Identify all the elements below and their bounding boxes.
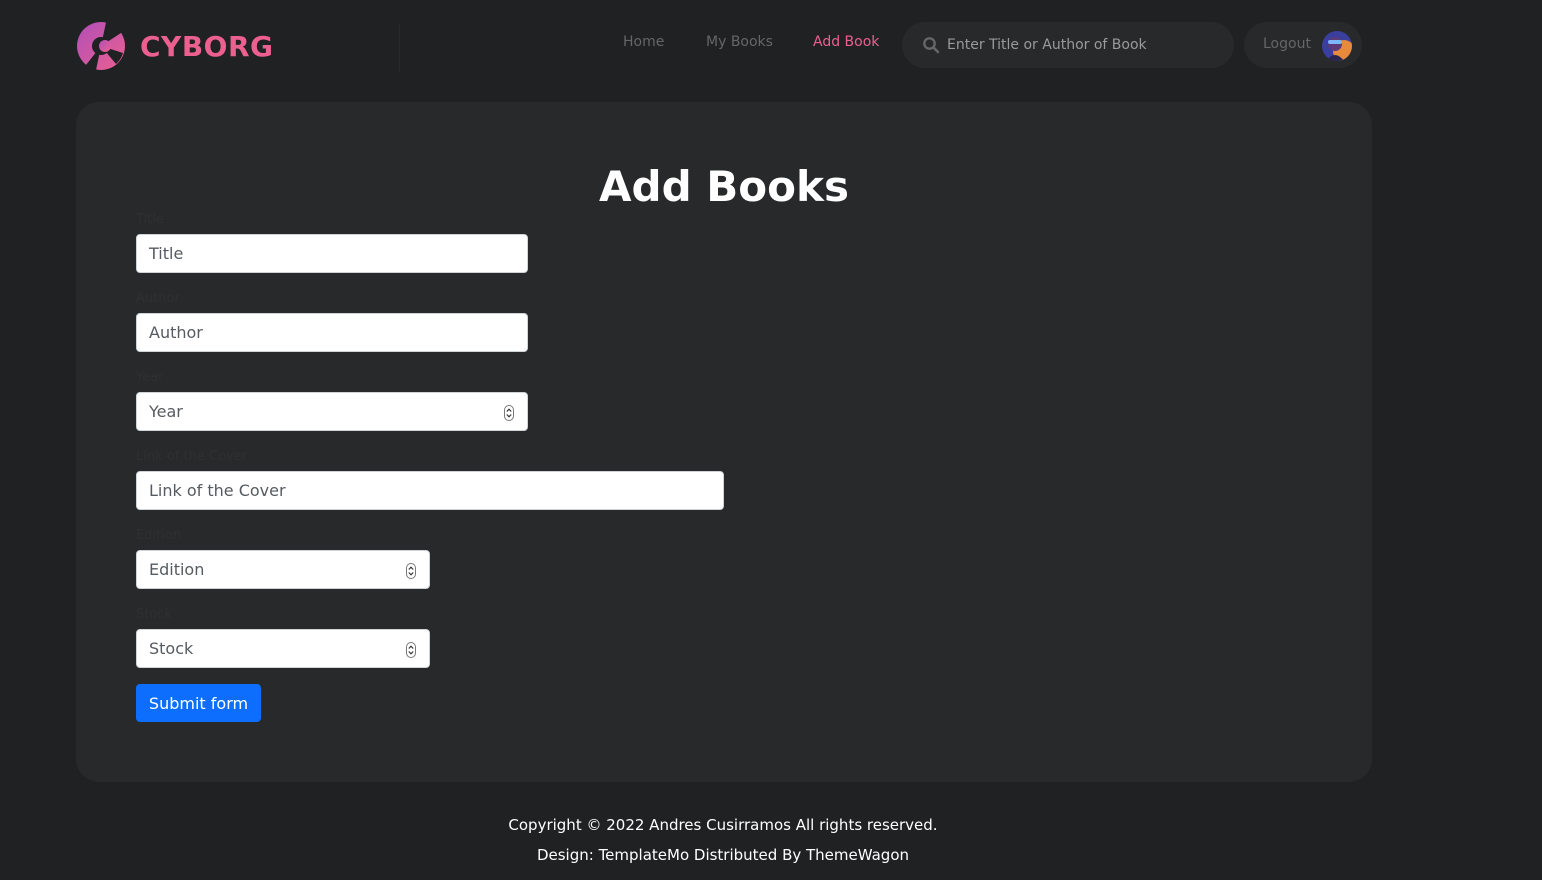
search-input[interactable]: Enter Title or Author of Book [902, 22, 1234, 68]
search-placeholder: Enter Title or Author of Book [947, 37, 1147, 53]
author-field[interactable]: Author [136, 313, 528, 352]
year-placeholder: Year [149, 402, 183, 421]
stock-placeholder: Stock [149, 639, 194, 658]
site-header: CYBORG Home My Books Add Book Enter Titl… [0, 0, 1542, 92]
cover-link-label: Link of the Cover [136, 449, 247, 464]
header-divider [399, 24, 400, 72]
footer-copyright: Copyright © 2022 Andres Cusirramos All r… [508, 816, 938, 834]
logout-label: Logout [1263, 35, 1311, 52]
author-placeholder: Author [149, 323, 203, 342]
title-field[interactable]: Title [136, 234, 528, 273]
edition-label: Edition [136, 528, 181, 543]
search-icon [923, 37, 940, 54]
year-label: Year [136, 370, 164, 385]
author-label: Author [136, 291, 180, 306]
edition-field[interactable]: Edition [136, 550, 430, 589]
logout-button[interactable]: Logout [1244, 22, 1362, 68]
brand-logo[interactable]: CYBORG [76, 21, 274, 71]
spinner-icon[interactable] [406, 563, 416, 579]
cyborg-logo-icon [77, 22, 125, 70]
add-book-card: Add Books Title Title Author Author Year… [76, 102, 1372, 782]
title-placeholder: Title [149, 244, 184, 263]
footer-credits: Design: TemplateMo Distributed By ThemeW… [536, 846, 910, 864]
spinner-icon[interactable] [406, 642, 416, 658]
spinner-icon[interactable] [504, 405, 514, 421]
brand-name: CYBORG [140, 29, 274, 63]
page-title: Add Books [599, 162, 849, 211]
submit-button[interactable]: Submit form [136, 684, 261, 722]
avatar-icon [1322, 31, 1352, 61]
title-label: Title [136, 212, 164, 227]
stock-label: Stock [136, 607, 172, 622]
year-field[interactable]: Year [136, 392, 528, 431]
cover-link-placeholder: Link of the Cover [149, 481, 286, 500]
edition-placeholder: Edition [149, 560, 205, 579]
avatar [1322, 31, 1352, 61]
nav-my-books[interactable]: My Books [706, 34, 773, 56]
stock-field[interactable]: Stock [136, 629, 430, 668]
cover-link-field[interactable]: Link of the Cover [136, 471, 724, 510]
nav-add-book[interactable]: Add Book [813, 34, 879, 56]
nav-home[interactable]: Home [623, 34, 664, 56]
